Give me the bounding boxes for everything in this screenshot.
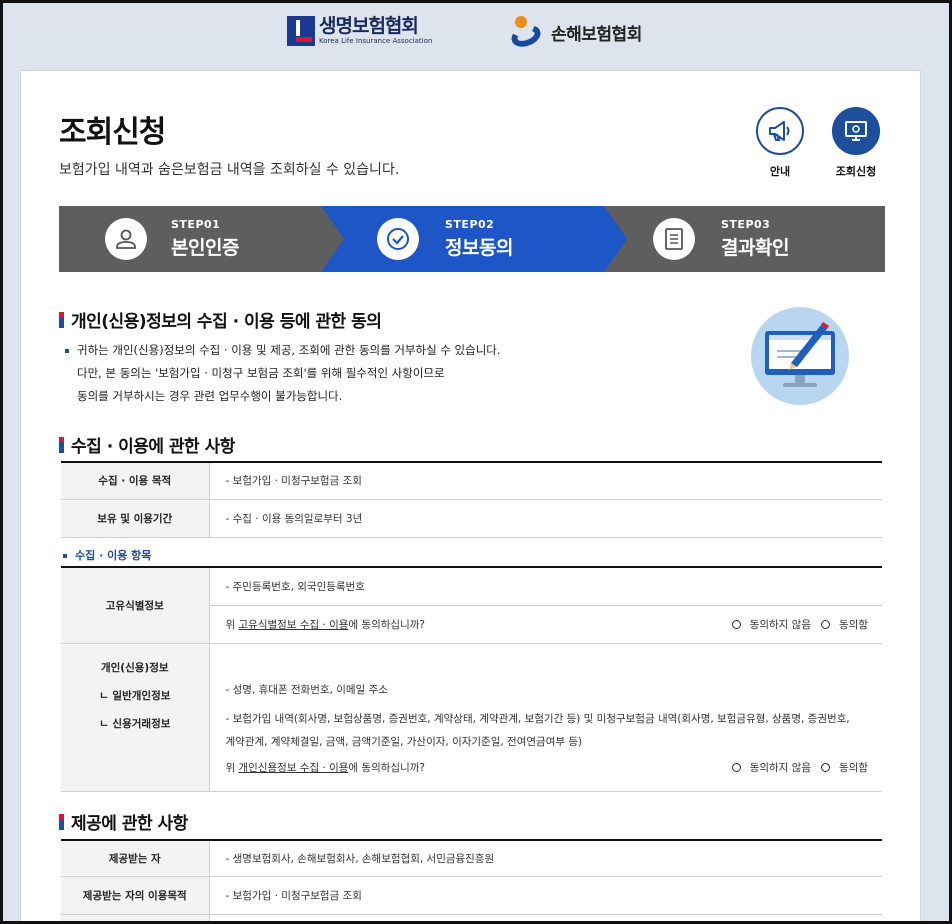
personal-info-general-value: - 성명, 휴대폰 전화번호, 이메일 주소 — [225, 683, 388, 696]
table-row: 고유식별정보 - 주민등록번호, 외국인등록번호 — [61, 566, 882, 644]
guide-button-label: 안내 — [769, 165, 791, 178]
unique-id-disagree-radio[interactable]: 동의하지 않음 — [731, 617, 811, 632]
consent-section-title: 개인(신용)정보의 수집 · 이용 등에 관한 동의 — [59, 307, 382, 332]
radio-circle[interactable] — [821, 619, 831, 629]
step-3-label: 결과확인 — [721, 237, 789, 259]
personal-info-credit-value-cont: 계약관계, 계약체결일, 금액, 금액기준일, 가산이자, 이자기준일, 전여연… — [225, 735, 583, 748]
guide-button[interactable]: 안내 — [755, 107, 805, 179]
unique-id-question: 위 고유식별정보 수집 · 이용에 동의하십니까? — [225, 618, 425, 631]
provision-table: 제공받는 자 - 생명보험회사, 손해보험회사, 손해보험협회, 서민금융진흥원… — [61, 839, 882, 924]
document-icon — [653, 218, 695, 260]
radio-circle[interactable] — [821, 762, 831, 772]
personal-info-sub-credit: ㄴ 신용거래정보 — [99, 717, 171, 730]
step-2-number: STEP02 — [445, 218, 495, 231]
unique-id-agree-radio[interactable]: 동의함 — [821, 617, 868, 632]
collection-title-text: 수집 · 이용에 관한 사항 — [71, 437, 235, 457]
personal-info-label: 개인(신용)정보 — [100, 661, 169, 674]
section-marker — [59, 813, 64, 830]
personal-info-credit-value: - 보험가입 내역(회사명, 보험상품명, 증권번호, 계약상태, 계약관계, … — [225, 712, 850, 725]
step-1-label: 본인인증 — [171, 237, 239, 259]
consent-line-1: 귀하는 개인(신용)정보의 수집 · 이용 및 제공, 조회에 관한 동의를 거… — [77, 343, 501, 357]
klia-name: 생명보험협회 — [319, 15, 419, 37]
section-marker — [59, 436, 64, 453]
retention-value: - 수집 · 이용 동의일로부터 3년 — [209, 499, 882, 538]
main-card: 조회신청 보험가입 내역과 숨은보험금 내역을 조회하실 수 있습니다. 안내 … — [20, 70, 921, 924]
unique-id-value: - 주민등록번호, 외국인등록번호 — [209, 566, 882, 606]
recipient-label: 제공받는 자 — [61, 839, 210, 877]
inquiry-request-label: 조회신청 — [835, 165, 877, 178]
purpose-label: 수집 · 이용 목적 — [61, 461, 210, 500]
unique-id-label: 고유식별정보 — [61, 566, 210, 644]
recipient-value: - 생명보험회사, 손해보험회사, 손해보험협회, 서민금융진흥원 — [209, 839, 882, 877]
collection-purpose-table: 수집 · 이용 목적 - 보험가입 · 미청구보험금 조회 보유 및 이용기간 … — [61, 461, 882, 538]
section-marker — [59, 311, 64, 328]
page-title: 조회신청 — [59, 115, 166, 150]
recipient-purpose-value: - 보험가입 · 미청구보험금 조회 — [209, 876, 882, 915]
provision-section-title: 제공에 관한 사항 — [59, 809, 188, 834]
table-row: 개인(신용)정보 ㄴ 일반개인정보 ㄴ 신용거래정보 - 성명, 휴대폰 전화번… — [61, 643, 883, 792]
personal-info-agree-radio[interactable]: 동의함 — [821, 760, 868, 775]
unique-id-question-link[interactable]: 고유식별정보 수집 · 이용 — [239, 619, 349, 631]
step-3: STEP03 결과확인 — [627, 206, 885, 272]
unique-id-question-row: 위 고유식별정보 수집 · 이용에 동의하십니까? 동의하지 않음 동의함 — [226, 617, 883, 632]
page-description: 보험가입 내역과 숨은보험금 내역을 조회하실 수 있습니다. — [59, 162, 400, 178]
megaphone-icon — [756, 107, 804, 155]
radio-circle[interactable] — [731, 619, 741, 629]
step-1-number: STEP01 — [171, 218, 221, 231]
gia-logo[interactable]: 손해보험협회 — [508, 16, 642, 51]
gia-logo-mark — [508, 16, 545, 51]
gia-name: 손해보험협회 — [551, 24, 642, 45]
consent-line-2: 다만, 본 동의는 '보험가입 · 미청구 보험금 조회'를 위해 필수적인 사… — [77, 366, 445, 380]
purpose-value: - 보험가입 · 미청구보험금 조회 — [209, 461, 882, 500]
step-3-number: STEP03 — [721, 218, 771, 231]
monitor-icon — [832, 107, 880, 155]
personal-info-question-row: 위 개인신용정보 수집 · 이용에 동의하십니까? 동의하지 않음 동의함 — [226, 760, 883, 775]
table-row: 보유 및 이용기간 - 수집 · 이용 동의일로부터 3년 — [61, 499, 882, 538]
klia-logo[interactable]: 생명보험협회 Korea Life Insurance Association — [287, 16, 432, 46]
consent-notice: 귀하는 개인(신용)정보의 수집 · 이용 및 제공, 조회에 관한 동의를 거… — [65, 339, 501, 408]
klia-logo-mark — [287, 16, 315, 46]
radio-circle[interactable] — [731, 762, 741, 772]
computer-illustration — [751, 307, 849, 405]
check-icon — [377, 218, 419, 260]
logo-bar: 생명보험협회 Korea Life Insurance Association … — [0, 14, 952, 54]
klia-english-name: Korea Life Insurance Association — [319, 37, 433, 45]
recipient-purpose-label: 제공받는 자의 이용목적 — [61, 876, 210, 915]
consent-title-text: 개인(신용)정보의 수집 · 이용 등에 관한 동의 — [71, 312, 382, 332]
inquiry-request-button[interactable]: 조회신청 — [831, 107, 881, 179]
step-2: STEP02 정보동의 — [321, 206, 604, 272]
personal-info-sub-general: ㄴ 일반개인정보 — [99, 689, 171, 702]
step-1: STEP01 본인인증 — [59, 206, 321, 272]
table-row: 제공받는 자 - 생명보험회사, 손해보험회사, 손해보험협회, 서민금융진흥원 — [61, 839, 882, 877]
personal-info-question: 위 개인신용정보 수집 · 이용에 동의하십니까? — [225, 761, 425, 774]
step-progress: STEP01 본인인증 STEP02 정보동의 STEP03 결과확인 — [59, 206, 885, 272]
collection-section-title: 수집 · 이용에 관한 사항 — [59, 432, 235, 457]
step-2-label: 정보동의 — [445, 237, 513, 259]
retention-label: 보유 및 이용기간 — [61, 499, 210, 538]
provision-title-text: 제공에 관한 사항 — [71, 814, 188, 834]
collection-items-table: 고유식별정보 - 주민등록번호, 외국인등록번호 위 고유식별정보 수집 · 이… — [61, 566, 882, 792]
table-row: 수집 · 이용 목적 - 보험가입 · 미청구보험금 조회 — [61, 461, 882, 500]
person-icon — [105, 218, 147, 260]
collection-items-heading: 수집 · 이용 항목 — [63, 547, 151, 563]
table-row — [61, 914, 882, 924]
consent-line-3: 동의를 거부하시는 경우 관련 업무수행이 불가능합니다. — [77, 389, 343, 403]
personal-info-disagree-radio[interactable]: 동의하지 않음 — [731, 760, 811, 775]
personal-info-question-link[interactable]: 개인신용정보 수집 · 이용 — [239, 762, 349, 774]
table-row: 제공받는 자의 이용목적 - 보험가입 · 미청구보험금 조회 — [61, 876, 882, 915]
collection-items-heading-text: 수집 · 이용 항목 — [75, 549, 152, 562]
